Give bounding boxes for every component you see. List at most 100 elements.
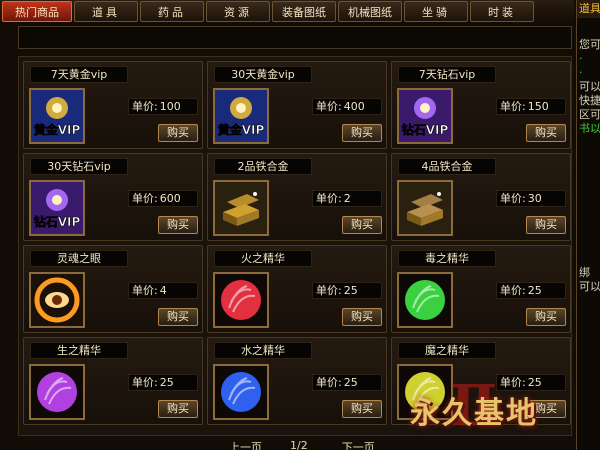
tab-mounts[interactable]: 坐骑 xyxy=(404,1,468,22)
price-value: 4 xyxy=(159,284,167,297)
gold-bars-icon[interactable] xyxy=(397,180,453,236)
vip-icon-label: 黄金VIP xyxy=(218,122,265,137)
buy-button[interactable]: 购买 xyxy=(342,124,382,142)
item-name: 灵魂之眼 xyxy=(30,250,128,267)
price-value: 2 xyxy=(343,192,351,205)
item-price: 单价: 25 xyxy=(312,374,382,391)
price-label: 单价: xyxy=(500,284,526,297)
tab-equipment-blueprints[interactable]: 装备图纸 xyxy=(272,1,336,22)
game-logo: Ⅱ 永久基地 xyxy=(410,373,538,439)
sidebar-line: 书以 xyxy=(579,122,600,135)
tab-hot-items[interactable]: 热门商品 xyxy=(2,1,72,22)
tab-medicine[interactable]: 药品 xyxy=(140,1,204,22)
item-name: 7天黄金vip xyxy=(30,66,128,83)
item-name: 水之精华 xyxy=(214,342,312,359)
price-value: 25 xyxy=(527,284,542,297)
logo-text: 永久基地 xyxy=(410,396,538,431)
shop-item-card: 毒之精华 单价: 25 购买 xyxy=(391,245,571,333)
price-value: 30 xyxy=(527,192,542,205)
item-price: 单价: 25 xyxy=(496,282,566,299)
price-value: 25 xyxy=(343,284,358,297)
shop-item-card: 灵魂之眼 单价: 4 购买 xyxy=(23,245,203,333)
price-value: 100 xyxy=(159,100,181,113)
price-label: 单价: xyxy=(316,284,342,297)
item-name: 2品铁合金 xyxy=(214,158,312,175)
fire-essence-icon[interactable] xyxy=(213,272,269,328)
poison-essence-icon[interactable] xyxy=(397,272,453,328)
buy-button[interactable]: 购买 xyxy=(158,216,198,234)
price-value: 400 xyxy=(343,100,365,113)
price-value: 25 xyxy=(343,376,358,389)
price-label: 单价: xyxy=(316,100,342,113)
shop-item-card: 生之精华 单价: 25 购买 xyxy=(23,337,203,425)
water-essence-icon[interactable] xyxy=(213,364,269,420)
shop-item-card: 7天黄金vip 黄金VIP 单价: 100 购买 xyxy=(23,61,203,149)
shop-tab-bar: 热门商品 道具 药品 资源 装备图纸 机械图纸 坐骑 时装 xyxy=(0,0,574,24)
shop-item-card: 7天钻石vip 钻石VIP 单价: 150 购买 xyxy=(391,61,571,149)
item-price: 单价: 600 xyxy=(128,190,198,207)
price-label: 单价: xyxy=(132,100,158,113)
buy-button[interactable]: 购买 xyxy=(342,308,382,326)
price-label: 单价: xyxy=(500,100,526,113)
price-label: 单价: xyxy=(316,192,342,205)
buy-button[interactable]: 购买 xyxy=(526,124,566,142)
sidebar-line: 可以 xyxy=(579,280,600,293)
pagination: 上一页 1/2 下一页 xyxy=(229,439,375,450)
item-name: 生之精华 xyxy=(30,342,128,359)
item-price: 单价: 400 xyxy=(312,98,382,115)
price-label: 单价: xyxy=(500,192,526,205)
item-price: 单价: 100 xyxy=(128,98,198,115)
shop-item-card: 水之精华 单价: 25 购买 xyxy=(207,337,387,425)
sidebar-line: 可以 xyxy=(579,80,600,93)
buy-button[interactable]: 购买 xyxy=(526,308,566,326)
item-name: 火之精华 xyxy=(214,250,312,267)
item-price: 单价: 25 xyxy=(128,374,198,391)
item-price: 单价: 25 xyxy=(312,282,382,299)
item-name: 7天钻石vip xyxy=(398,66,496,83)
diamond-vip-icon[interactable]: 钻石VIP xyxy=(397,88,453,144)
item-price: 单价: 4 xyxy=(128,282,198,299)
next-page-link[interactable]: 下一页 xyxy=(342,439,375,450)
item-name: 毒之精华 xyxy=(398,250,496,267)
info-bar xyxy=(18,26,572,49)
price-value: 600 xyxy=(159,192,181,205)
gold-bars-icon[interactable] xyxy=(213,180,269,236)
buy-button[interactable]: 购买 xyxy=(342,216,382,234)
shop-item-card: 30天钻石vip 钻石VIP 单价: 600 购买 xyxy=(23,153,203,241)
tab-machine-blueprints[interactable]: 机械图纸 xyxy=(338,1,402,22)
buy-button[interactable]: 购买 xyxy=(342,400,382,418)
sidebar-line: · xyxy=(579,66,583,79)
vip-icon-label: 钻石VIP xyxy=(34,214,81,229)
price-value: 25 xyxy=(159,376,174,389)
item-grid: 7天黄金vip 黄金VIP 单价: 100 购买 30天黄金vip 黄金VIP 单… xyxy=(23,61,571,425)
buy-button[interactable]: 购买 xyxy=(158,308,198,326)
shop-item-card: 火之精华 单价: 25 购买 xyxy=(207,245,387,333)
sidebar-line: 快捷 xyxy=(579,94,600,107)
sidebar-line: 绑 xyxy=(579,266,590,279)
buy-button[interactable]: 购买 xyxy=(158,124,198,142)
diamond-vip-icon[interactable]: 钻石VIP xyxy=(29,180,85,236)
price-label: 单价: xyxy=(132,376,158,389)
soul-eye-icon[interactable] xyxy=(29,272,85,328)
tab-props[interactable]: 道具 xyxy=(74,1,138,22)
life-essence-icon[interactable] xyxy=(29,364,85,420)
item-name: 30天黄金vip xyxy=(214,66,312,83)
tab-resources[interactable]: 资源 xyxy=(206,1,270,22)
shop-item-card: 30天黄金vip 黄金VIP 单价: 400 购买 xyxy=(207,61,387,149)
vip-icon-label: 钻石VIP xyxy=(402,122,449,137)
item-name: 4品铁合金 xyxy=(398,158,496,175)
item-name: 30天钻石vip xyxy=(30,158,128,175)
sidebar-line: 您可 xyxy=(579,38,600,51)
gold-vip-icon[interactable]: 黄金VIP xyxy=(29,88,85,144)
gold-vip-icon[interactable]: 黄金VIP xyxy=(213,88,269,144)
price-value: 150 xyxy=(527,100,549,113)
tab-fashion[interactable]: 时装 xyxy=(470,1,534,22)
buy-button[interactable]: 购买 xyxy=(526,216,566,234)
vip-icon-label: 黄金VIP xyxy=(34,122,81,137)
price-label: 单价: xyxy=(132,192,158,205)
sidebar-title: 道具 xyxy=(577,0,600,18)
prev-page-link[interactable]: 上一页 xyxy=(229,439,262,450)
item-name: 魔之精华 xyxy=(398,342,496,359)
buy-button[interactable]: 购买 xyxy=(158,400,198,418)
item-price: 单价: 30 xyxy=(496,190,566,207)
